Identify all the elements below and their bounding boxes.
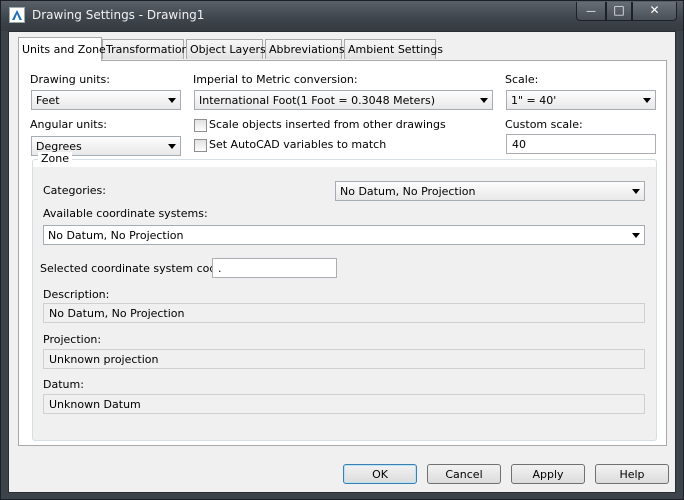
available-systems-dropdown[interactable]: No Datum, No Projection xyxy=(43,225,645,245)
maximize-button[interactable]: □ xyxy=(606,2,632,21)
scale-objects-label: Scale objects inserted from other drawin… xyxy=(209,118,446,131)
set-variables-label: Set AutoCAD variables to match xyxy=(209,138,387,151)
tab-units-and-zone[interactable]: Units and Zone xyxy=(18,37,106,61)
tab-transformation[interactable]: Transformation xyxy=(102,39,189,59)
projection-field: Unknown projection xyxy=(43,349,645,369)
cancel-button[interactable]: Cancel xyxy=(427,464,501,484)
ok-button[interactable]: OK xyxy=(343,464,417,484)
custom-scale-input[interactable]: 40 xyxy=(506,134,656,154)
drawing-units-value: Feet xyxy=(36,94,60,107)
tab-label: Object Layers xyxy=(190,43,266,56)
tab-label: Ambient Settings xyxy=(348,43,443,56)
categories-value: No Datum, No Projection xyxy=(340,185,476,198)
angular-units-label: Angular units: xyxy=(30,118,108,131)
datum-field: Unknown Datum xyxy=(43,394,645,414)
drawing-units-dropdown[interactable]: Feet xyxy=(31,90,181,110)
tab-abbreviations[interactable]: Abbreviations xyxy=(265,39,345,59)
tab-ambient-settings[interactable]: Ambient Settings xyxy=(344,39,443,59)
units-and-zone-panel: Drawing units: Feet Imperial to Metric c… xyxy=(18,60,667,446)
window-title: Drawing Settings - Drawing1 xyxy=(32,8,205,22)
tab-label: Units and Zone xyxy=(22,43,106,56)
chevron-down-icon xyxy=(632,233,640,238)
categories-label: Categories: xyxy=(43,184,106,197)
projection-label: Projection: xyxy=(43,333,102,346)
datum-label: Datum: xyxy=(43,378,84,391)
scale-dropdown[interactable]: 1" = 40' xyxy=(506,90,656,110)
drawing-settings-window: Drawing Settings - Drawing1 — □ ✕ Units … xyxy=(0,0,684,500)
available-systems-label: Available coordinate systems: xyxy=(43,207,208,220)
drawing-units-label: Drawing units: xyxy=(30,73,110,86)
help-button[interactable]: Help xyxy=(595,464,669,484)
custom-scale-label: Custom scale: xyxy=(505,118,583,131)
tab-label: Abbreviations xyxy=(269,43,345,56)
scale-objects-checkbox[interactable] xyxy=(194,119,207,132)
minimize-button[interactable]: — xyxy=(576,2,606,21)
tab-label: Transformation xyxy=(106,43,189,56)
tab-object-layers[interactable]: Object Layers xyxy=(186,39,266,59)
chevron-down-icon xyxy=(632,189,640,194)
scale-value: 1" = 40' xyxy=(511,94,557,107)
description-field: No Datum, No Projection xyxy=(43,303,645,323)
minimize-icon: — xyxy=(586,6,596,17)
title-bar[interactable]: Drawing Settings - Drawing1 — □ ✕ xyxy=(1,1,683,31)
chevron-down-icon xyxy=(643,98,651,103)
close-icon: ✕ xyxy=(649,3,660,17)
selected-code-label: Selected coordinate system code: xyxy=(40,262,227,275)
close-button[interactable]: ✕ xyxy=(632,2,677,21)
conversion-label: Imperial to Metric conversion: xyxy=(193,73,358,86)
description-label: Description: xyxy=(43,288,110,301)
apply-button[interactable]: Apply xyxy=(511,464,585,484)
zone-group-legend: Zone xyxy=(38,152,73,165)
conversion-value: International Foot(1 Foot = 0.3048 Meter… xyxy=(199,94,435,107)
conversion-dropdown[interactable]: International Foot(1 Foot = 0.3048 Meter… xyxy=(194,90,493,110)
chevron-down-icon xyxy=(168,144,176,149)
selected-code-input[interactable]: . xyxy=(212,258,337,278)
maximize-icon: □ xyxy=(613,3,625,17)
scale-label: Scale: xyxy=(505,73,539,86)
chevron-down-icon xyxy=(480,98,488,103)
available-systems-value: No Datum, No Projection xyxy=(48,229,184,242)
chevron-down-icon xyxy=(168,98,176,103)
autocad-app-icon xyxy=(9,7,25,23)
set-variables-checkbox[interactable] xyxy=(194,139,207,152)
dialog-client-area: Units and Zone Transformation Object Lay… xyxy=(8,31,676,493)
categories-dropdown[interactable]: No Datum, No Projection xyxy=(335,181,645,201)
